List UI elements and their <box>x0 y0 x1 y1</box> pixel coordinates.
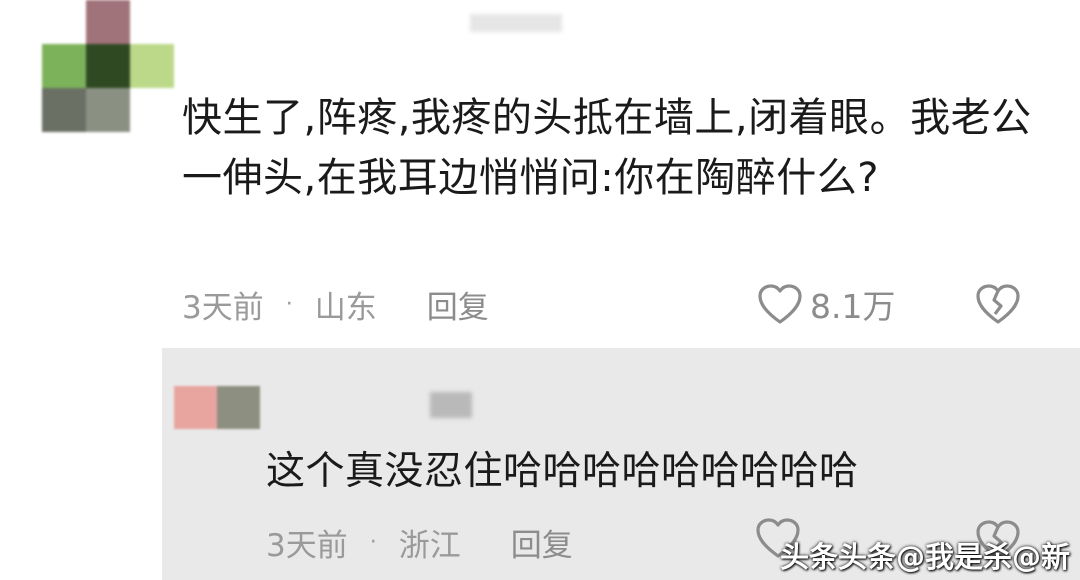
comment-time: 3天前 <box>182 290 264 326</box>
reply-location: 浙江 <box>398 528 461 564</box>
reply-username-blurred <box>430 392 472 418</box>
meta-separator: · <box>369 530 377 555</box>
reply-avatar[interactable] <box>174 386 260 429</box>
avatar[interactable] <box>42 0 174 132</box>
like-count: 8.1万 <box>810 287 896 326</box>
comment-location: 山东 <box>314 290 377 326</box>
watermark: 头条头条@我是杀@新 <box>779 540 1070 574</box>
meta-separator: · <box>285 292 293 317</box>
reply-text: 这个真没忍住哈哈哈哈哈哈哈哈哈 <box>266 449 859 494</box>
username-blurred <box>470 14 562 32</box>
like-button[interactable]: 8.1万 <box>756 280 895 328</box>
heart-outline-icon <box>758 284 802 324</box>
reply-meta: 3天前 · 浙江 回复 <box>266 520 573 565</box>
reply-reply-button[interactable]: 回复 <box>511 520 573 565</box>
comment-meta: 3天前 · 山东 回复 <box>182 282 489 327</box>
broken-heart-icon[interactable] <box>974 282 1022 326</box>
comment-text: 快生了,阵疼,我疼的头抵在墙上,闭着眼。我老公一伸头,在我耳边悄悄问:你在陶醉什… <box>182 95 1032 201</box>
reply-button[interactable]: 回复 <box>427 282 489 327</box>
reply-time: 3天前 <box>266 528 348 564</box>
